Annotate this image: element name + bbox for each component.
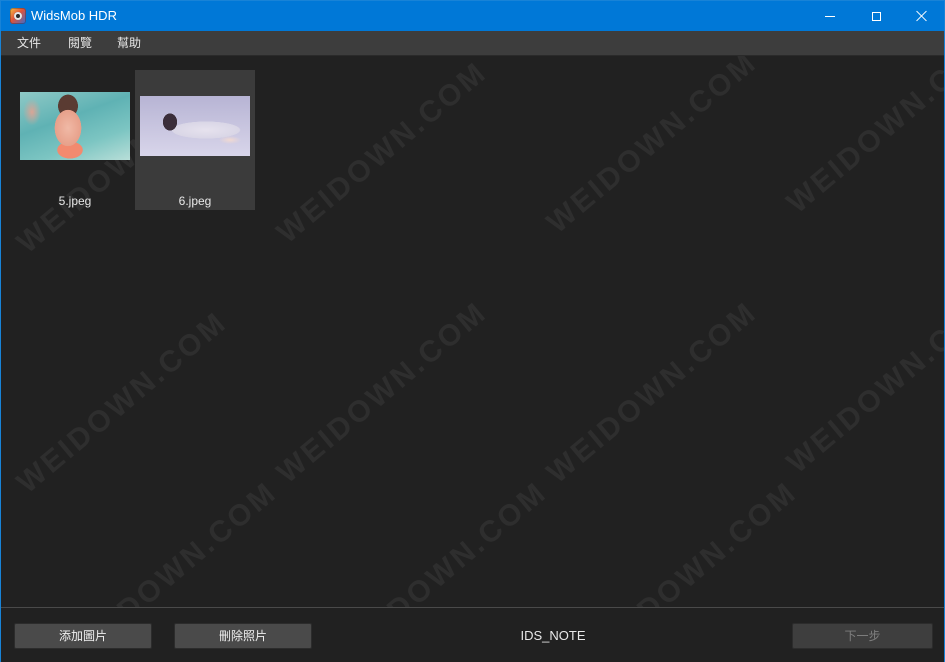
thumbnail-image [20,92,130,160]
app-icon [10,8,26,24]
maximize-button[interactable] [853,1,899,31]
watermark: WEIDOWN.COM [330,475,554,607]
menu-bar: 文件 閱覽 幫助 [1,31,944,56]
watermark: WEIDOWN.COM [270,295,494,490]
minimize-button[interactable] [807,1,853,31]
watermark: WEIDOWN.COM [580,475,804,607]
watermark: WEIDOWN.COM [540,295,764,490]
watermark: WEIDOWN.COM [540,56,764,240]
window-title: WidsMob HDR [31,8,117,23]
watermark: WEIDOWN.COM [10,305,234,500]
watermark: WEIDOWN.COM [60,475,284,607]
thumbnail-item-selected[interactable]: 6.jpeg [135,70,255,210]
add-images-button[interactable]: 添加圖片 [14,623,152,649]
thumbnail-area[interactable]: WEIDOWN.COM WEIDOWN.COM WEIDOWN.COM WEID… [1,56,944,607]
thumbnail-filename: 6.jpeg [178,194,212,208]
thumbnail-image [140,96,250,156]
footer-bar: 添加圖片 刪除照片 IDS_NOTE 下一步 [1,607,944,662]
close-icon [916,10,928,22]
maximize-icon [871,11,881,21]
menu-view[interactable]: 閱覽 [62,31,98,55]
watermark: WEIDOWN.COM [270,56,494,250]
note-text: IDS_NOTE [520,628,586,643]
thumbnail-item[interactable]: 5.jpeg [15,70,135,210]
minimize-icon [825,15,835,17]
app-window: WidsMob HDR 文件 閱覽 幫助 WEIDOWN.COM WEIDOWN… [0,0,945,662]
menu-help[interactable]: 幫助 [111,31,147,55]
watermark: WEIDOWN.COM [780,56,944,220]
delete-photos-button[interactable]: 刪除照片 [174,623,312,649]
watermark: WEIDOWN.COM [780,285,944,480]
thumbnail-filename: 5.jpeg [58,194,92,208]
close-button[interactable] [899,1,945,31]
title-bar[interactable]: WidsMob HDR [1,1,944,31]
next-step-button[interactable]: 下一步 [792,623,933,649]
menu-file[interactable]: 文件 [11,31,47,55]
